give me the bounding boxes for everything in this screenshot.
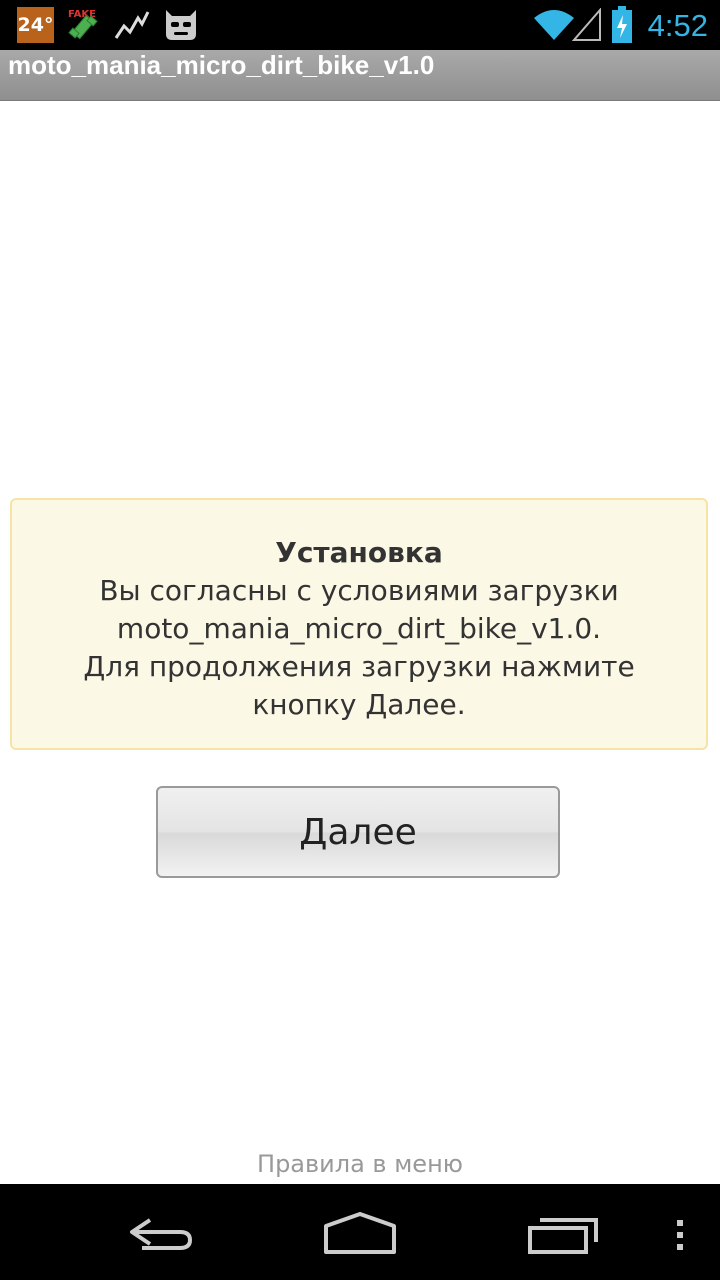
rules-link[interactable]: Правила в меню	[0, 1150, 720, 1178]
battery-charging-icon	[612, 6, 632, 43]
app-title: moto_mania_micro_dirt_bike_v1.0	[8, 50, 435, 80]
next-button[interactable]: Далее	[156, 786, 560, 878]
menu-icon[interactable]	[668, 1212, 692, 1256]
back-icon[interactable]	[120, 1212, 200, 1256]
clock: 4:52	[647, 8, 708, 43]
status-bar: 24° FAKE 4:52	[0, 0, 720, 50]
wifi-icon	[534, 10, 574, 40]
install-info-box: Установка Вы согласны с условиями загруз…	[10, 498, 708, 750]
info-line: moto_mania_micro_dirt_bike_v1.0.	[116, 612, 602, 645]
info-line: кнопку Далее.	[252, 688, 466, 721]
info-line: Вы согласны с условиями загрузки	[99, 574, 619, 607]
activity-chart-icon	[114, 11, 150, 39]
title-bar: moto_mania_micro_dirt_bike_v1.0	[0, 50, 720, 101]
home-icon[interactable]	[320, 1212, 400, 1256]
info-line: Для продолжения загрузки нажмите	[83, 650, 635, 683]
fake-gps-icon: FAKE	[68, 9, 98, 40]
navigation-bar	[0, 1184, 720, 1280]
cyanogen-mascot-icon	[166, 10, 196, 40]
cell-signal-icon	[572, 8, 601, 41]
recents-icon[interactable]	[524, 1212, 604, 1256]
info-heading: Установка	[275, 536, 443, 569]
temperature-badge: 24°	[17, 7, 54, 43]
